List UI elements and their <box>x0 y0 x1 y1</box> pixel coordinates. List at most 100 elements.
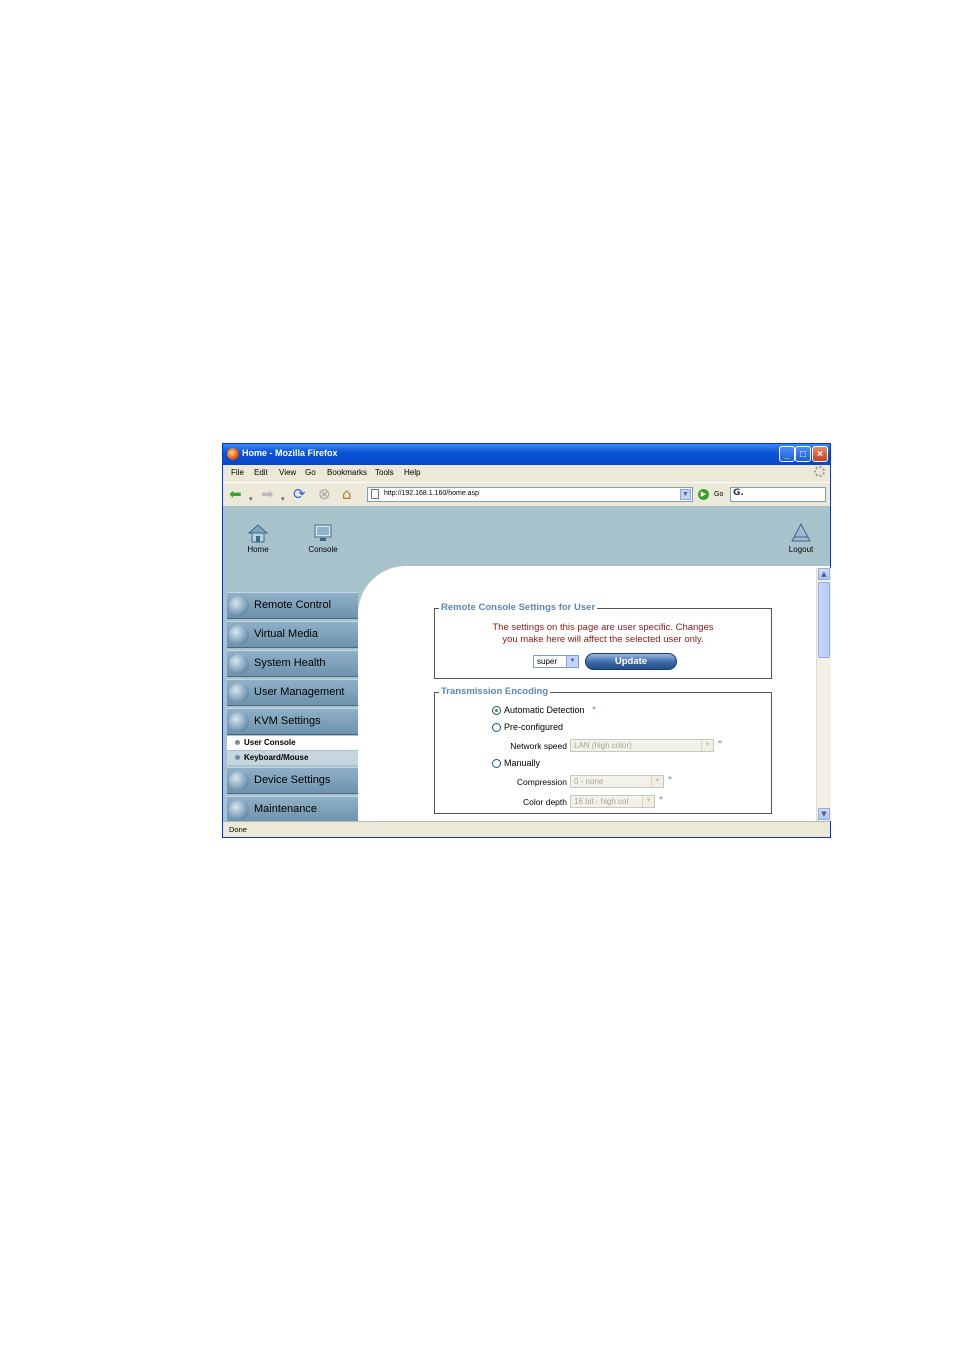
network-speed-select[interactable]: LAN (high color) ▼ <box>570 739 714 752</box>
scroll-up-icon[interactable]: ▲ <box>818 568 830 580</box>
menu-help[interactable]: Help <box>404 468 420 477</box>
logout-label: Logout <box>788 545 814 554</box>
go-button[interactable]: Go <box>714 491 723 498</box>
maximize-button[interactable]: □ <box>795 446 811 462</box>
sidebar-item-maintenance[interactable]: Maintenance <box>227 796 358 821</box>
kvm-settings-icon <box>229 712 249 732</box>
logout-link[interactable]: Logout <box>776 523 826 554</box>
device-settings-icon <box>229 771 249 791</box>
console-link[interactable]: Console <box>298 523 348 554</box>
automatic-detection-radio[interactable] <box>492 706 501 715</box>
house-icon <box>247 524 269 543</box>
remote-console-legend: Remote Console Settings for User <box>439 602 598 613</box>
forward-icon[interactable]: ➡ <box>261 486 274 502</box>
automatic-detection-star: * <box>592 705 596 714</box>
scroll-down-icon[interactable]: ▼ <box>818 808 830 820</box>
home-link[interactable]: Home <box>233 523 283 554</box>
search-input[interactable]: G. <box>730 487 826 502</box>
sidebar-subitem-label: User Console <box>244 738 296 747</box>
close-button[interactable]: × <box>812 446 828 462</box>
menu-bookmarks[interactable]: Bookmarks <box>327 468 367 477</box>
url-dropdown-icon[interactable]: ▼ <box>680 489 691 500</box>
browser-window: Home - Mozilla Firefox _ □ × File Edit V… <box>222 443 831 838</box>
menu-bar: File Edit View Go Bookmarks Tools Help <box>223 465 830 481</box>
sidebar-item-remote-control[interactable]: Remote Control <box>227 592 358 619</box>
sidebar-item-label: Virtual Media <box>254 628 318 640</box>
forward-dropdown-icon[interactable]: ▾ <box>281 491 285 507</box>
remote-control-icon <box>229 596 249 616</box>
sidebar-subitem-user-console[interactable]: User Console <box>227 736 358 750</box>
sidebar-item-label: KVM Settings <box>254 715 321 727</box>
network-speed-star: * <box>718 739 722 748</box>
menu-go[interactable]: Go <box>305 468 316 477</box>
vertical-scrollbar[interactable]: ▲ ▼ <box>816 568 831 821</box>
sidebar-item-label: Maintenance <box>254 803 317 815</box>
compression-select[interactable]: 0 - none ▼ <box>570 775 664 788</box>
navigation-toolbar: ⬅ ▾ ➡ ▾ ⟳ ⊗ ⌂ http://192.168.1.160/home.… <box>223 482 830 507</box>
sidebar-subitem-keyboard-mouse[interactable]: Keyboard/Mouse <box>227 751 358 765</box>
sidebar-subitem-label: Keyboard/Mouse <box>244 753 309 762</box>
main-panel: Remote Console Settings for User The set… <box>358 566 830 821</box>
console-label: Console <box>308 545 338 554</box>
page-icon <box>371 489 379 499</box>
url-text: http://192.168.1.160/home.asp <box>384 490 479 497</box>
search-icon: G. <box>733 488 744 498</box>
user-select[interactable]: super ▼ <box>533 655 579 668</box>
compression-star: * <box>668 775 672 784</box>
url-input[interactable]: http://192.168.1.160/home.asp ▼ <box>367 487 693 502</box>
sidebar-item-virtual-media[interactable]: Virtual Media <box>227 621 358 648</box>
menu-file[interactable]: File <box>231 468 244 477</box>
user-specific-note-line1: The settings on this page are user speci… <box>492 622 714 633</box>
sidebar-item-label: Remote Control <box>254 599 332 611</box>
chevron-down-icon: ▼ <box>651 776 663 787</box>
update-button[interactable]: Update <box>585 653 677 670</box>
system-health-icon <box>229 654 249 674</box>
throbber-icon <box>814 466 825 477</box>
logout-icon <box>791 523 811 542</box>
chevron-down-icon: ▼ <box>701 740 713 751</box>
status-bar: Done <box>223 821 830 838</box>
preconfigured-radio[interactable] <box>492 723 501 732</box>
sidebar-item-kvm-settings[interactable]: KVM Settings <box>227 708 358 735</box>
chevron-down-icon: ▼ <box>642 796 654 807</box>
sidebar-item-device-settings[interactable]: Device Settings <box>227 767 358 794</box>
preconfigured-label: Pre-configured <box>504 722 564 732</box>
minimize-button[interactable]: _ <box>779 446 795 462</box>
transmission-legend: Transmission Encoding <box>439 686 551 697</box>
menu-edit[interactable]: Edit <box>254 468 268 477</box>
chevron-down-icon: ▼ <box>566 656 578 667</box>
scroll-thumb[interactable] <box>818 582 830 658</box>
transmission-encoding: Transmission Encoding Automatic Detectio… <box>434 686 772 814</box>
color-depth-value: 16 bit - high col <box>574 797 629 806</box>
menu-view[interactable]: View <box>279 468 296 477</box>
virtual-media-icon <box>229 625 249 645</box>
reload-icon[interactable]: ⟳ <box>293 486 306 502</box>
manually-label: Manually <box>504 758 541 768</box>
bullet-icon <box>235 740 240 745</box>
automatic-detection-label: Automatic Detection <box>504 705 585 715</box>
sidebar-item-label: Device Settings <box>254 774 331 786</box>
menu-tools[interactable]: Tools <box>375 468 394 477</box>
remote-console-settings: Remote Console Settings for User The set… <box>434 602 772 679</box>
sidebar-item-user-management[interactable]: User Management <box>227 679 358 706</box>
manually-radio[interactable] <box>492 759 501 768</box>
back-dropdown-icon[interactable]: ▾ <box>249 491 253 507</box>
go-icon[interactable]: ▶ <box>698 489 709 500</box>
stop-icon[interactable]: ⊗ <box>318 486 331 502</box>
sidebar-item-system-health[interactable]: System Health <box>227 650 358 677</box>
status-text: Done <box>229 825 247 834</box>
home-label: Home <box>247 545 269 554</box>
compression-value: 0 - none <box>574 777 604 786</box>
color-depth-select[interactable]: 16 bit - high col ▼ <box>570 795 655 808</box>
back-icon[interactable]: ⬅ <box>229 486 242 502</box>
maintenance-icon <box>229 800 249 820</box>
network-speed-value: LAN (high color) <box>574 741 632 750</box>
user-management-icon <box>229 683 249 703</box>
window-title: Home - Mozilla Firefox <box>242 448 338 458</box>
title-bar: Home - Mozilla Firefox _ □ × <box>223 444 830 465</box>
color-depth-label: Color depth <box>523 797 567 807</box>
monitor-icon <box>314 524 332 541</box>
color-depth-star: * <box>659 795 663 804</box>
home-icon[interactable]: ⌂ <box>342 486 352 502</box>
sidebar-item-label: System Health <box>254 657 326 669</box>
